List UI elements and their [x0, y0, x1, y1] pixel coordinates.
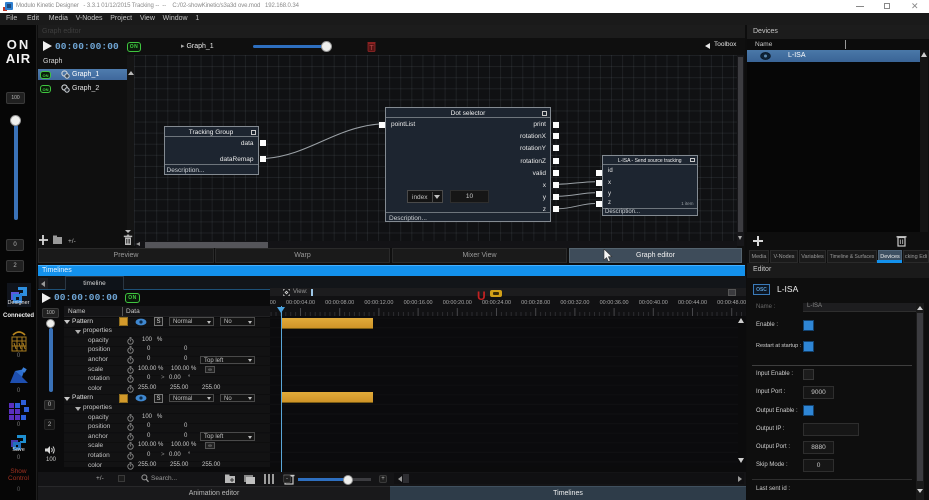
- svg-text:+/-: +/-: [68, 238, 76, 245]
- svg-text:T: T: [369, 45, 374, 52]
